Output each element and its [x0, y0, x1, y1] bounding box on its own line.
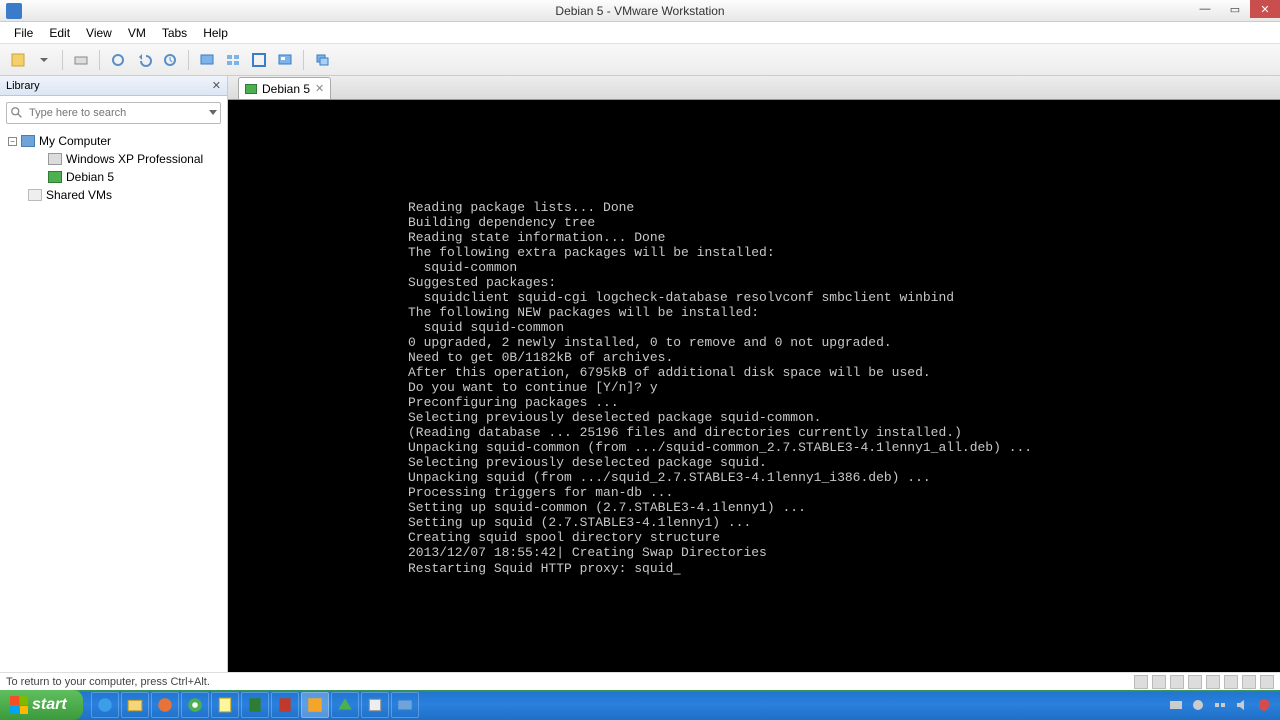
computer-icon — [21, 135, 35, 147]
library-tree[interactable]: − My Computer Windows XP Professional De… — [0, 130, 227, 672]
snapshot-manager-button[interactable] — [158, 48, 182, 72]
tab-debian[interactable]: Debian 5 ✕ — [238, 77, 331, 99]
status-hint: To return to your computer, press Ctrl+A… — [6, 676, 210, 688]
tree-label: Debian 5 — [66, 170, 114, 184]
window-title: Debian 5 - VMware Workstation — [555, 4, 724, 18]
maximize-button[interactable]: ▭ — [1220, 0, 1250, 18]
device-display-icon[interactable] — [1260, 675, 1274, 689]
quick-launch — [91, 692, 419, 718]
ql-notes-icon[interactable] — [211, 692, 239, 718]
power-on-button[interactable] — [6, 48, 30, 72]
device-network-icon[interactable] — [1188, 675, 1202, 689]
tree-my-computer[interactable]: − My Computer — [4, 132, 223, 150]
cycle-windows-button[interactable] — [310, 48, 334, 72]
menu-bar: File Edit View VM Tabs Help — [0, 22, 1280, 44]
show-console-button[interactable] — [195, 48, 219, 72]
vm-on-icon — [245, 84, 257, 94]
start-label: start — [32, 696, 67, 714]
device-usb-icon[interactable] — [1206, 675, 1220, 689]
library-title: Library — [6, 80, 40, 92]
tray-volume-icon[interactable] — [1234, 697, 1250, 713]
show-thumbnail-button[interactable] — [221, 48, 245, 72]
status-device-icons — [1134, 675, 1274, 689]
menu-edit[interactable]: Edit — [41, 24, 78, 42]
shared-icon — [28, 189, 42, 201]
library-panel: Library ✕ − My Computer Windows XP Profe… — [0, 76, 228, 672]
tree-label: Shared VMs — [46, 188, 112, 202]
windows-logo-icon — [10, 696, 28, 714]
collapse-icon[interactable]: − — [8, 137, 17, 146]
device-floppy-icon[interactable] — [1170, 675, 1184, 689]
library-search-input[interactable] — [6, 102, 221, 124]
vm-off-icon — [48, 153, 62, 165]
minimize-button[interactable]: — — [1190, 0, 1220, 18]
tree-shared-vms[interactable]: Shared VMs — [4, 186, 223, 204]
device-cd-icon[interactable] — [1152, 675, 1166, 689]
device-sound-icon[interactable] — [1224, 675, 1238, 689]
close-button[interactable]: ✕ — [1250, 0, 1280, 18]
menu-vm[interactable]: VM — [120, 24, 154, 42]
tray-icon[interactable] — [1168, 697, 1184, 713]
menu-file[interactable]: File — [6, 24, 41, 42]
task-vmware-icon[interactable] — [301, 692, 329, 718]
content-area: Debian 5 ✕ Reading package lists... Done… — [228, 76, 1280, 672]
ql-chrome-icon[interactable] — [181, 692, 209, 718]
tree-label: My Computer — [39, 134, 111, 148]
tree-label: Windows XP Professional — [66, 152, 203, 166]
power-dropdown[interactable] — [32, 48, 56, 72]
tab-bar: Debian 5 ✕ — [228, 76, 1280, 100]
snapshot-take-button[interactable] — [106, 48, 130, 72]
unity-button[interactable] — [273, 48, 297, 72]
system-tray — [1168, 697, 1280, 713]
menu-tabs[interactable]: Tabs — [154, 24, 195, 42]
tree-winxp[interactable]: Windows XP Professional — [4, 150, 223, 168]
app-icon — [6, 3, 22, 19]
menu-help[interactable]: Help — [195, 24, 236, 42]
window-titlebar: Debian 5 - VMware Workstation — ▭ ✕ — [0, 0, 1280, 22]
device-printer-icon[interactable] — [1242, 675, 1256, 689]
toolbar — [0, 44, 1280, 76]
tray-shield-icon[interactable] — [1256, 697, 1272, 713]
ql-firefox-icon[interactable] — [151, 692, 179, 718]
device-hdd-icon[interactable] — [1134, 675, 1148, 689]
tray-network-icon[interactable] — [1212, 697, 1228, 713]
tree-debian[interactable]: Debian 5 — [4, 168, 223, 186]
vm-console[interactable]: Reading package lists... Done Building d… — [228, 100, 1280, 672]
start-button[interactable]: start — [0, 690, 83, 720]
ql-filezilla-icon[interactable] — [271, 692, 299, 718]
ql-excel-icon[interactable] — [241, 692, 269, 718]
ql-app1-icon[interactable] — [331, 692, 359, 718]
send-ctrl-alt-del-button[interactable] — [69, 48, 93, 72]
tab-close-icon[interactable]: ✕ — [315, 82, 324, 95]
search-icon — [10, 106, 24, 120]
windows-taskbar: start — [0, 690, 1280, 720]
menu-view[interactable]: View — [78, 24, 120, 42]
snapshot-revert-button[interactable] — [132, 48, 156, 72]
status-bar: To return to your computer, press Ctrl+A… — [0, 672, 1280, 690]
ql-ie-icon[interactable] — [91, 692, 119, 718]
search-dropdown-icon[interactable] — [209, 110, 217, 115]
ql-app3-icon[interactable] — [391, 692, 419, 718]
tray-icon[interactable] — [1190, 697, 1206, 713]
ql-app2-icon[interactable] — [361, 692, 389, 718]
ql-explorer-icon[interactable] — [121, 692, 149, 718]
vm-on-icon — [48, 171, 62, 183]
fullscreen-button[interactable] — [247, 48, 271, 72]
library-close-icon[interactable]: ✕ — [212, 79, 221, 92]
tab-label: Debian 5 — [262, 82, 310, 96]
